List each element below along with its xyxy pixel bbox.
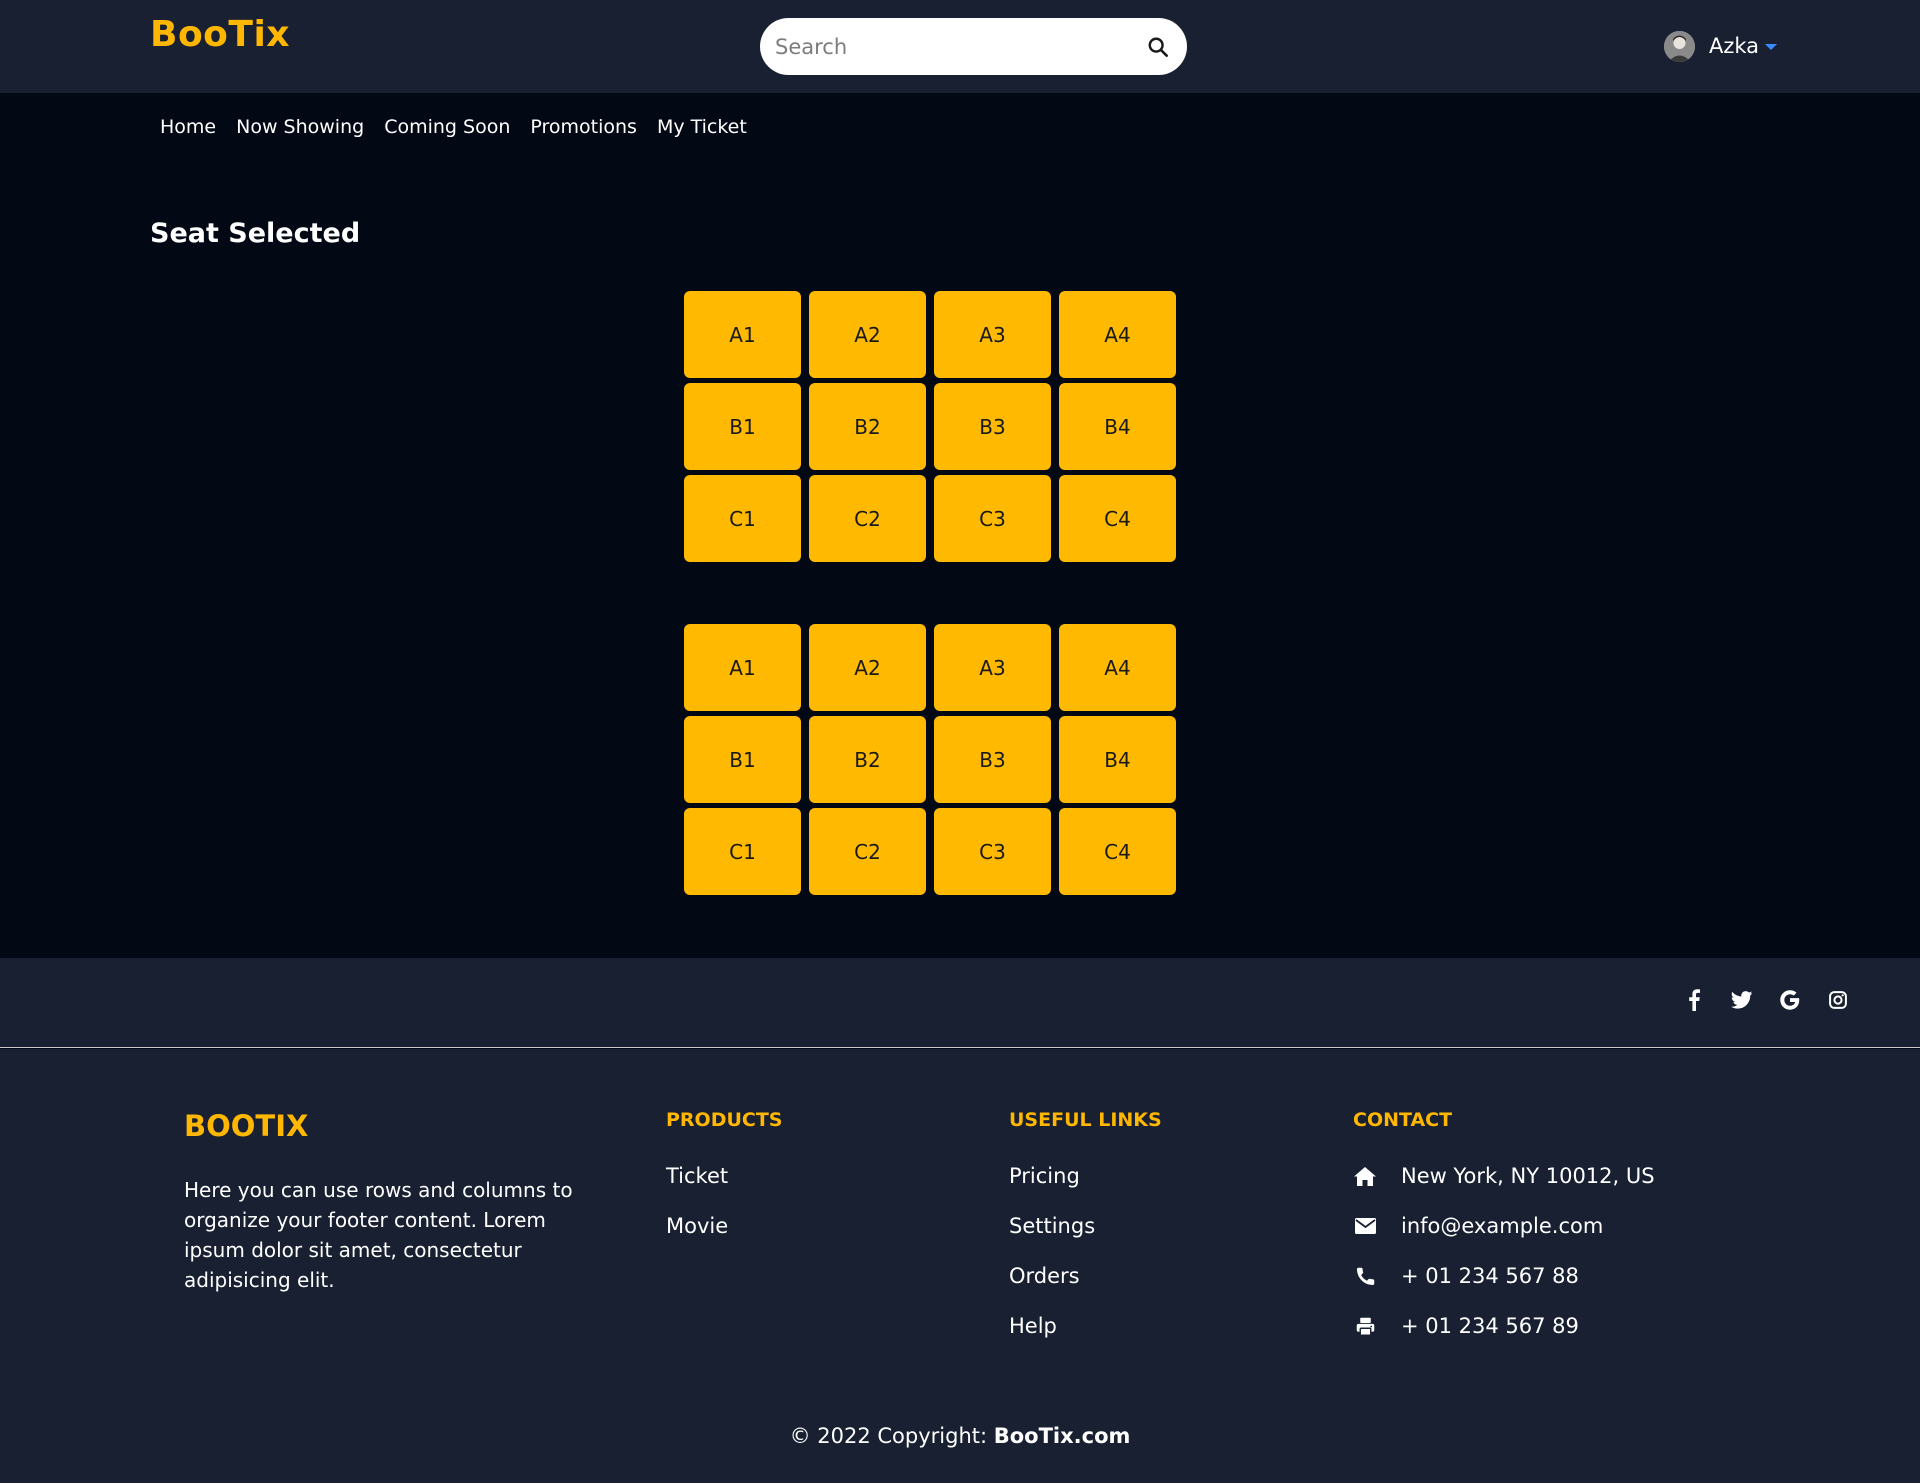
search-icon — [1148, 37, 1168, 57]
nav-item-now-showing[interactable]: Now Showing — [226, 112, 374, 142]
footer-link-orders[interactable]: Orders — [1009, 1261, 1095, 1291]
footer-link-settings[interactable]: Settings — [1009, 1211, 1095, 1241]
twitter-icon[interactable] — [1730, 988, 1754, 1012]
social-links — [1682, 988, 1850, 1012]
seat-button[interactable]: B2 — [809, 383, 926, 470]
seat-button[interactable]: C4 — [1059, 475, 1176, 562]
seat-button[interactable]: B1 — [684, 383, 801, 470]
products-heading: PRODUCTS — [666, 1109, 783, 1131]
seat-grid-2: A1 A2 A3 A4 B1 B2 B3 B4 C1 C2 C3 C4 — [684, 624, 1176, 895]
contact-phone: + 01 234 567 88 — [1353, 1261, 1655, 1291]
seat-button[interactable]: A3 — [934, 624, 1051, 711]
home-icon — [1353, 1164, 1377, 1188]
print-icon — [1353, 1314, 1377, 1338]
footer: BOOTIX Here you can use rows and columns… — [0, 1049, 1920, 1483]
page-title: Seat Selected — [150, 218, 361, 249]
seat-button[interactable]: A2 — [809, 624, 926, 711]
seat-button[interactable]: C2 — [809, 808, 926, 895]
avatar — [1664, 30, 1695, 62]
search-input[interactable] — [775, 18, 1115, 75]
nav-item-promotions[interactable]: Promotions — [520, 112, 647, 142]
contact-email-text[interactable]: info@example.com — [1401, 1214, 1603, 1238]
products-links: Ticket Movie — [666, 1161, 728, 1261]
useful-links: Pricing Settings Orders Help — [1009, 1161, 1095, 1361]
copyright: © 2022 Copyright: BooTix.com — [0, 1424, 1920, 1448]
phone-icon — [1353, 1264, 1377, 1288]
contact-phone-text: + 01 234 567 88 — [1401, 1264, 1579, 1288]
user-name: Azka — [1709, 34, 1760, 58]
contact-address: New York, NY 10012, US — [1353, 1161, 1655, 1191]
contact-fax-text: + 01 234 567 89 — [1401, 1314, 1579, 1338]
seat-button[interactable]: B1 — [684, 716, 801, 803]
footer-description: Here you can use rows and columns to org… — [184, 1178, 573, 1292]
seat-button[interactable]: A2 — [809, 291, 926, 378]
copyright-site-link[interactable]: BooTix.com — [994, 1424, 1131, 1448]
seat-button[interactable]: C3 — [934, 808, 1051, 895]
seat-button[interactable]: C1 — [684, 475, 801, 562]
seat-button[interactable]: A4 — [1059, 624, 1176, 711]
seat-button[interactable]: A1 — [684, 624, 801, 711]
search-bar — [760, 18, 1187, 75]
nav-item-my-ticket[interactable]: My Ticket — [647, 112, 757, 142]
seat-grid-1: A1 A2 A3 A4 B1 B2 B3 B4 C1 C2 C3 C4 — [684, 291, 1176, 562]
footer-link-ticket[interactable]: Ticket — [666, 1161, 728, 1191]
seat-button[interactable]: A4 — [1059, 291, 1176, 378]
seat-button[interactable]: C3 — [934, 475, 1051, 562]
contact-list: New York, NY 10012, US info@example.com … — [1353, 1161, 1655, 1361]
footer-link-movie[interactable]: Movie — [666, 1211, 728, 1241]
facebook-icon[interactable] — [1682, 988, 1706, 1012]
user-menu[interactable]: Azka — [1664, 28, 1778, 64]
footer-link-help[interactable]: Help — [1009, 1311, 1095, 1341]
seat-button[interactable]: B3 — [934, 383, 1051, 470]
seat-button[interactable]: A3 — [934, 291, 1051, 378]
contact-email: info@example.com — [1353, 1211, 1655, 1241]
instagram-icon[interactable] — [1826, 988, 1850, 1012]
seat-button[interactable]: C2 — [809, 475, 926, 562]
search-button[interactable] — [1141, 30, 1175, 64]
seat-button[interactable]: B3 — [934, 716, 1051, 803]
seat-button[interactable]: A1 — [684, 291, 801, 378]
top-header: BooTix Azka — [0, 0, 1920, 93]
contact-fax: + 01 234 567 89 — [1353, 1311, 1655, 1341]
useful-links-heading: USEFUL LINKS — [1009, 1109, 1162, 1131]
brand-logo[interactable]: BooTix — [150, 14, 290, 55]
seat-button[interactable]: C4 — [1059, 808, 1176, 895]
contact-heading: CONTACT — [1353, 1109, 1453, 1131]
envelope-icon — [1353, 1214, 1377, 1238]
nav-item-home[interactable]: Home — [150, 112, 226, 142]
nav-item-coming-soon[interactable]: Coming Soon — [374, 112, 520, 142]
google-icon[interactable] — [1778, 988, 1802, 1012]
seat-button[interactable]: B4 — [1059, 383, 1176, 470]
seat-button[interactable]: B2 — [809, 716, 926, 803]
footer-brand: BOOTIX — [184, 1109, 309, 1143]
copyright-text: © 2022 Copyright: — [789, 1424, 994, 1448]
social-bar — [0, 958, 1920, 1048]
chevron-down-icon — [1765, 44, 1778, 50]
footer-link-pricing[interactable]: Pricing — [1009, 1161, 1095, 1191]
seat-button[interactable]: C1 — [684, 808, 801, 895]
seat-button[interactable]: B4 — [1059, 716, 1176, 803]
contact-address-text: New York, NY 10012, US — [1401, 1164, 1655, 1188]
main-nav: Home Now Showing Coming Soon Promotions … — [150, 112, 757, 142]
